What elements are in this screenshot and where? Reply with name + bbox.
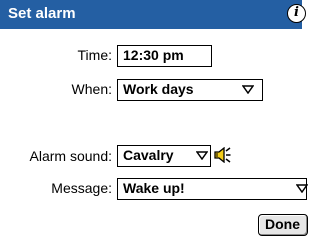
when-value: Work days <box>123 81 194 97</box>
time-field[interactable]: 12:30 pm <box>117 45 212 67</box>
alarm-sound-value: Cavalry <box>123 147 174 163</box>
when-label: When: <box>71 81 112 97</box>
triangle-down-icon[interactable] <box>242 85 254 94</box>
message-label: Message: <box>51 180 112 196</box>
speaker-icon[interactable] <box>213 147 231 163</box>
alarm-sound-label: Alarm sound: <box>29 148 112 164</box>
title-bar: Set alarm i <box>0 0 306 29</box>
time-label: Time: <box>77 47 112 63</box>
triangle-down-icon[interactable] <box>196 151 208 160</box>
triangle-down-icon[interactable] <box>296 184 308 193</box>
window-title: Set alarm <box>8 5 76 22</box>
done-button[interactable]: Done <box>258 214 308 236</box>
message-field[interactable]: Wake up! <box>117 178 307 200</box>
info-icon[interactable]: i <box>287 4 306 23</box>
